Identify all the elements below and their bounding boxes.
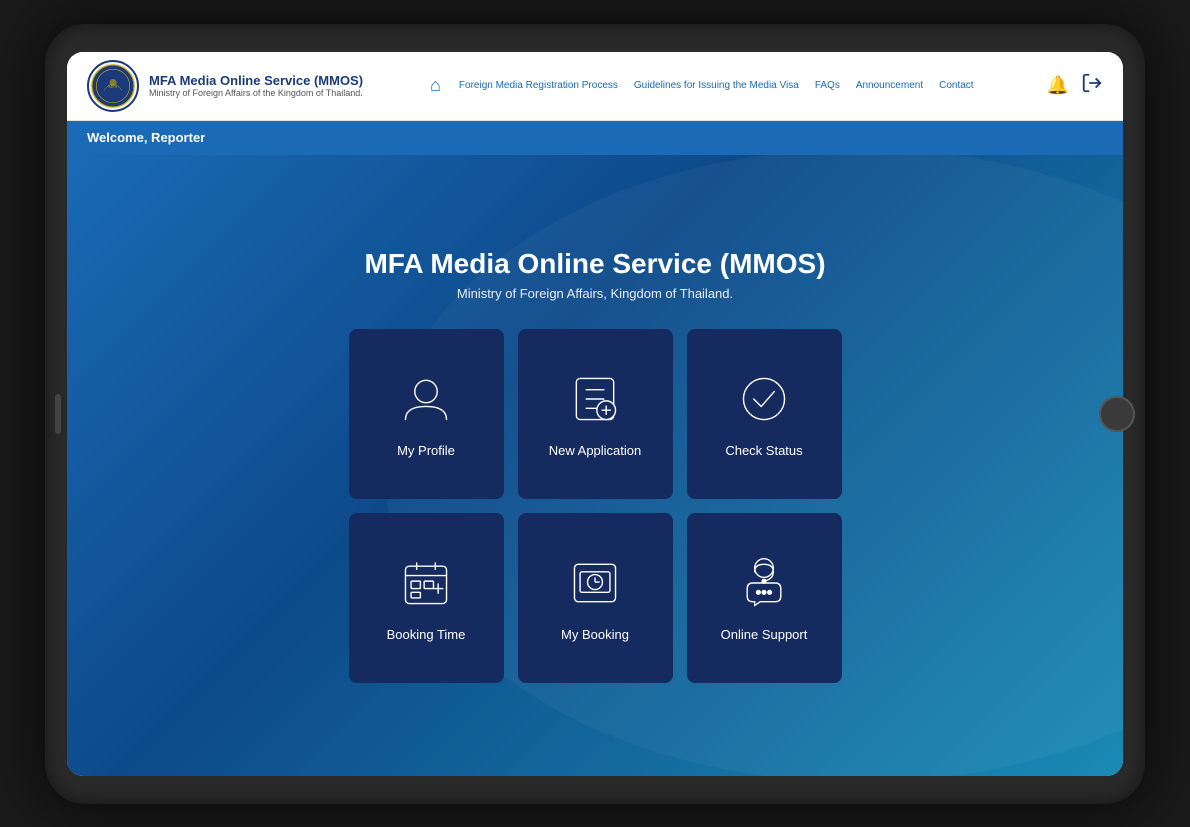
online-support-icon [734,553,794,613]
new-application-icon [565,369,625,429]
welcome-text: Welcome, Reporter [87,130,205,145]
online-support-label: Online Support [721,627,808,642]
page-subtitle: Ministry of Foreign Affairs, Kingdom of … [457,286,733,301]
header-nav: ⌂ Foreign Media Registration Process Gui… [430,75,980,96]
cards-grid: My Profile New Application [349,329,842,683]
logo: MFA [87,60,139,112]
booking-time-icon [396,553,456,613]
screen: MFA MFA Media Online Service (MMOS) Mini… [67,52,1123,776]
card-online-support[interactable]: Online Support [687,513,842,683]
booking-time-label: Booking Time [387,627,466,642]
nav-guidelines[interactable]: Guidelines for Issuing the Media Visa [628,76,805,95]
logout-icon[interactable] [1081,72,1103,99]
header-actions: 🔔 [1047,72,1103,99]
check-status-label: Check Status [725,443,802,458]
card-booking-time[interactable]: Booking Time [349,513,504,683]
my-booking-icon [565,553,625,613]
header: MFA MFA Media Online Service (MMOS) Mini… [67,52,1123,121]
nav-foreign-media[interactable]: Foreign Media Registration Process [453,76,624,95]
card-my-profile[interactable]: My Profile [349,329,504,499]
nav-faqs[interactable]: FAQs [809,76,846,95]
header-title: MFA Media Online Service (MMOS) Ministry… [149,73,363,98]
main-content: MFA Media Online Service (MMOS) Ministry… [67,155,1123,776]
site-subtitle: Ministry of Foreign Affairs of the Kingd… [149,88,363,98]
my-booking-label: My Booking [561,627,629,642]
my-profile-icon [396,369,456,429]
my-profile-label: My Profile [397,443,455,458]
welcome-bar: Welcome, Reporter [67,121,1123,155]
home-icon[interactable]: ⌂ [430,75,441,96]
card-new-application[interactable]: New Application [518,329,673,499]
nav-contact[interactable]: Contact [933,76,979,95]
site-title: MFA Media Online Service (MMOS) [149,73,363,88]
card-check-status[interactable]: Check Status [687,329,842,499]
notification-icon[interactable]: 🔔 [1047,75,1069,96]
header-left: MFA MFA Media Online Service (MMOS) Mini… [87,60,363,112]
nav-announcement[interactable]: Announcement [850,76,929,95]
check-status-icon [734,369,794,429]
new-application-label: New Application [549,443,642,458]
page-title: MFA Media Online Service (MMOS) [364,248,825,280]
tablet-frame: MFA MFA Media Online Service (MMOS) Mini… [45,24,1145,804]
card-my-booking[interactable]: My Booking [518,513,673,683]
